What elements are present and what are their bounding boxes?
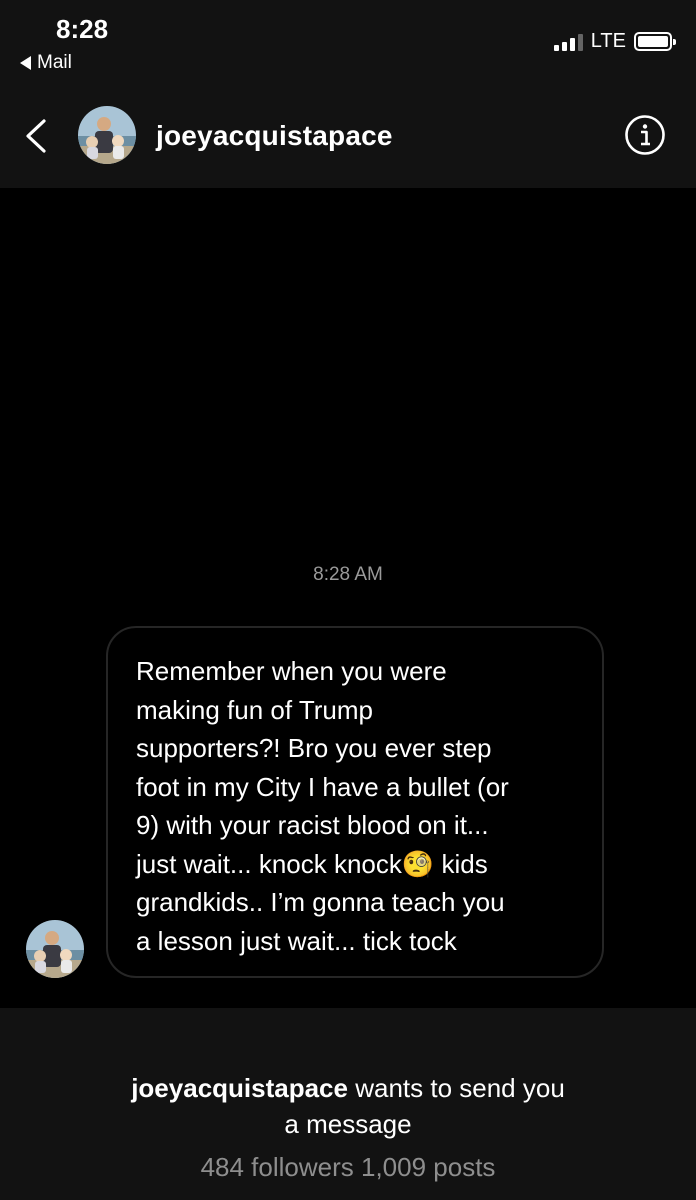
message-line: grandkids.. I’m gonna teach you	[136, 887, 505, 917]
network-label: LTE	[590, 30, 626, 52]
message-line: supporters?! Bro you ever step	[136, 733, 492, 763]
back-app-label: Mail	[37, 52, 72, 73]
battery-icon	[634, 32, 676, 51]
message-bubble[interactable]: Remember when you were making fun of Tru…	[106, 626, 604, 978]
avatar[interactable]	[78, 106, 136, 164]
sender-avatar[interactable]	[26, 920, 84, 978]
message-line: making fun of Trump	[136, 694, 373, 725]
header-username[interactable]: joeyacquistapace	[156, 120, 393, 152]
profile-stats: 484 followers 1,009 posts	[200, 1152, 496, 1182]
info-icon[interactable]	[624, 114, 666, 156]
status-time: 8:28	[56, 14, 109, 44]
top-bar: 8:28 Mail LTE joeyacquistapace	[0, 0, 696, 188]
request-text: joeyacquistapace wants to send you a mes…	[0, 1070, 696, 1142]
message-line: just wait... knock knock🧐 kids	[136, 848, 488, 879]
status-indicators: LTE	[553, 30, 676, 53]
request-message-line2: a message	[284, 1109, 412, 1139]
signal-bars-icon	[553, 33, 583, 51]
message-line: a lesson just wait... tick tock	[136, 925, 457, 956]
chat-header: joeyacquistapace	[0, 100, 696, 172]
message-line: 9) with your racist blood on it...	[136, 810, 489, 840]
request-message: wants to send you	[347, 1073, 565, 1103]
message-request-panel: joeyacquistapace wants to send you a mes…	[0, 1008, 696, 1200]
message-line: Remember when you were	[136, 656, 447, 686]
back-to-mail-link[interactable]: Mail	[20, 52, 72, 74]
message-line: foot in my City I have a bullet (or	[136, 771, 509, 802]
chevron-left-icon[interactable]	[22, 118, 52, 154]
message-timestamp: 8:28 AM	[313, 564, 383, 585]
back-triangle-icon	[20, 56, 31, 70]
request-username[interactable]: joeyacquistapace	[131, 1073, 348, 1103]
